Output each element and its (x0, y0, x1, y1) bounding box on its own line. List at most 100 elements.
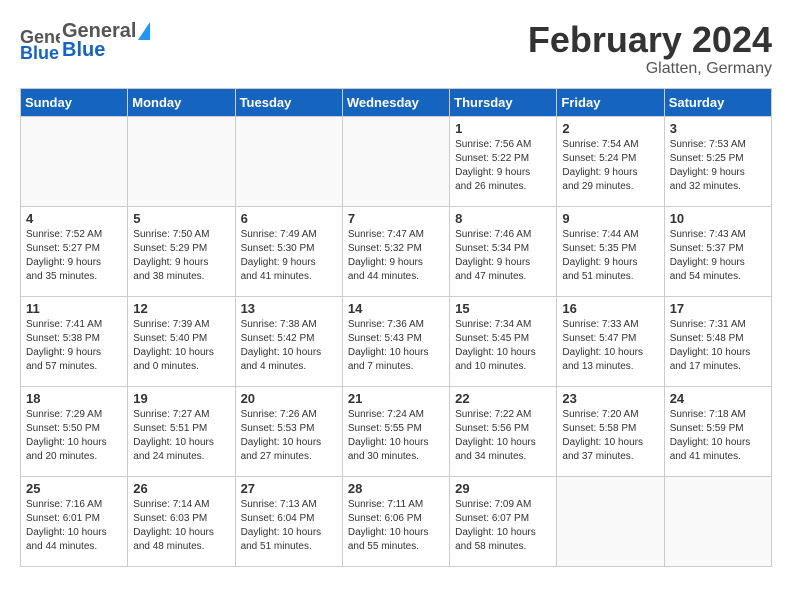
day-number: 8 (455, 211, 551, 226)
calendar-cell: 3 Sunrise: 7:53 AM Sunset: 5:25 PM Daylig… (664, 116, 771, 206)
day-info: Sunrise: 7:09 AM Sunset: 6:07 PM Dayligh… (455, 498, 551, 554)
week-row-4: 18 Sunrise: 7:29 AM Sunset: 5:50 PM Dayli… (21, 386, 772, 476)
calendar-cell: 12Sunrise: 7:39 AM Sunset: 5:40 PM Dayli… (128, 296, 235, 386)
column-header-tuesday: Tuesday (235, 88, 342, 116)
calendar-cell (235, 116, 342, 206)
day-info: Sunrise: 7:46 AM Sunset: 5:34 PM Dayligh… (455, 228, 551, 284)
calendar-body: 1 Sunrise: 7:56 AM Sunset: 5:22 PM Daylig… (21, 116, 772, 566)
day-number: 26 (133, 481, 229, 496)
day-number: 29 (455, 481, 551, 496)
calendar-cell: 24Sunrise: 7:18 AM Sunset: 5:59 PM Dayli… (664, 386, 771, 476)
week-row-5: 25Sunrise: 7:16 AM Sunset: 6:01 PM Dayli… (21, 476, 772, 566)
calendar-cell: 5 Sunrise: 7:50 AM Sunset: 5:29 PM Daylig… (128, 206, 235, 296)
logo-blue-text: Blue (62, 39, 150, 62)
column-header-wednesday: Wednesday (342, 88, 449, 116)
day-number: 7 (348, 211, 444, 226)
week-row-1: 1 Sunrise: 7:56 AM Sunset: 5:22 PM Daylig… (21, 116, 772, 206)
calendar-cell: 19 Sunrise: 7:27 AM Sunset: 5:51 PM Dayli… (128, 386, 235, 476)
day-number: 20 (241, 391, 337, 406)
day-info: Sunrise: 7:54 AM Sunset: 5:24 PM Dayligh… (562, 138, 658, 194)
day-number: 28 (348, 481, 444, 496)
calendar-cell: 28 Sunrise: 7:11 AM Sunset: 6:06 PM Dayli… (342, 476, 449, 566)
day-info: Sunrise: 7:20 AM Sunset: 5:58 PM Dayligh… (562, 408, 658, 464)
day-info: Sunrise: 7:24 AM Sunset: 5:55 PM Dayligh… (348, 408, 444, 464)
day-info: Sunrise: 7:38 AM Sunset: 5:42 PM Dayligh… (241, 318, 337, 374)
day-info: Sunrise: 7:43 AM Sunset: 5:37 PM Dayligh… (670, 228, 766, 284)
week-row-2: 4 Sunrise: 7:52 AM Sunset: 5:27 PM Daylig… (21, 206, 772, 296)
day-info: Sunrise: 7:34 AM Sunset: 5:45 PM Dayligh… (455, 318, 551, 374)
calendar-cell: 1 Sunrise: 7:56 AM Sunset: 5:22 PM Daylig… (450, 116, 557, 206)
day-number: 22 (455, 391, 551, 406)
day-number: 27 (241, 481, 337, 496)
day-info: Sunrise: 7:16 AM Sunset: 6:01 PM Dayligh… (26, 498, 122, 554)
calendar-cell: 15 Sunrise: 7:34 AM Sunset: 5:45 PM Dayli… (450, 296, 557, 386)
day-number: 14 (348, 301, 444, 316)
day-info: Sunrise: 7:41 AM Sunset: 5:38 PM Dayligh… (26, 318, 122, 374)
day-info: Sunrise: 7:44 AM Sunset: 5:35 PM Dayligh… (562, 228, 658, 284)
calendar-cell: 14Sunrise: 7:36 AM Sunset: 5:43 PM Dayli… (342, 296, 449, 386)
calendar-cell: 20Sunrise: 7:26 AM Sunset: 5:53 PM Dayli… (235, 386, 342, 476)
calendar-cell: 4 Sunrise: 7:52 AM Sunset: 5:27 PM Daylig… (21, 206, 128, 296)
calendar-cell (664, 476, 771, 566)
calendar-cell: 6 Sunrise: 7:49 AM Sunset: 5:30 PM Daylig… (235, 206, 342, 296)
calendar-cell: 18 Sunrise: 7:29 AM Sunset: 5:50 PM Dayli… (21, 386, 128, 476)
calendar-cell: 22 Sunrise: 7:22 AM Sunset: 5:56 PM Dayli… (450, 386, 557, 476)
day-info: Sunrise: 7:27 AM Sunset: 5:51 PM Dayligh… (133, 408, 229, 464)
day-number: 6 (241, 211, 337, 226)
month-title: February 2024 (528, 20, 772, 60)
day-info: Sunrise: 7:22 AM Sunset: 5:56 PM Dayligh… (455, 408, 551, 464)
day-info: Sunrise: 7:14 AM Sunset: 6:03 PM Dayligh… (133, 498, 229, 554)
calendar-cell: 25Sunrise: 7:16 AM Sunset: 6:01 PM Dayli… (21, 476, 128, 566)
page-header: General Blue General Blue February 2024 … (20, 20, 772, 78)
column-header-monday: Monday (128, 88, 235, 116)
calendar-cell: 8 Sunrise: 7:46 AM Sunset: 5:34 PM Daylig… (450, 206, 557, 296)
column-header-thursday: Thursday (450, 88, 557, 116)
logo-icon: General Blue (20, 21, 60, 61)
calendar-cell: 27 Sunrise: 7:13 AM Sunset: 6:04 PM Dayli… (235, 476, 342, 566)
calendar-cell: 2 Sunrise: 7:54 AM Sunset: 5:24 PM Daylig… (557, 116, 664, 206)
calendar-cell (21, 116, 128, 206)
day-number: 5 (133, 211, 229, 226)
calendar-cell: 17Sunrise: 7:31 AM Sunset: 5:48 PM Dayli… (664, 296, 771, 386)
calendar-cell (557, 476, 664, 566)
day-info: Sunrise: 7:56 AM Sunset: 5:22 PM Dayligh… (455, 138, 551, 194)
title-section: February 2024 Glatten, Germany (528, 20, 772, 78)
calendar-cell (342, 116, 449, 206)
logo: General Blue General Blue (20, 20, 150, 62)
day-number: 1 (455, 121, 551, 136)
day-info: Sunrise: 7:53 AM Sunset: 5:25 PM Dayligh… (670, 138, 766, 194)
day-number: 4 (26, 211, 122, 226)
day-number: 18 (26, 391, 122, 406)
day-info: Sunrise: 7:39 AM Sunset: 5:40 PM Dayligh… (133, 318, 229, 374)
day-info: Sunrise: 7:11 AM Sunset: 6:06 PM Dayligh… (348, 498, 444, 554)
day-info: Sunrise: 7:50 AM Sunset: 5:29 PM Dayligh… (133, 228, 229, 284)
day-number: 16 (562, 301, 658, 316)
calendar-cell: 11 Sunrise: 7:41 AM Sunset: 5:38 PM Dayli… (21, 296, 128, 386)
day-number: 2 (562, 121, 658, 136)
day-number: 11 (26, 301, 122, 316)
day-info: Sunrise: 7:52 AM Sunset: 5:27 PM Dayligh… (26, 228, 122, 284)
calendar-cell: 10 Sunrise: 7:43 AM Sunset: 5:37 PM Dayli… (664, 206, 771, 296)
calendar-cell: 9Sunrise: 7:44 AM Sunset: 5:35 PM Daylig… (557, 206, 664, 296)
calendar-cell: 26 Sunrise: 7:14 AM Sunset: 6:03 PM Dayli… (128, 476, 235, 566)
column-header-saturday: Saturday (664, 88, 771, 116)
day-info: Sunrise: 7:47 AM Sunset: 5:32 PM Dayligh… (348, 228, 444, 284)
calendar-header: SundayMondayTuesdayWednesdayThursdayFrid… (21, 88, 772, 116)
day-number: 17 (670, 301, 766, 316)
logo-triangle (138, 22, 150, 40)
svg-text:Blue: Blue (20, 43, 59, 61)
day-number: 10 (670, 211, 766, 226)
column-header-sunday: Sunday (21, 88, 128, 116)
day-number: 15 (455, 301, 551, 316)
day-number: 19 (133, 391, 229, 406)
day-info: Sunrise: 7:18 AM Sunset: 5:59 PM Dayligh… (670, 408, 766, 464)
week-row-3: 11 Sunrise: 7:41 AM Sunset: 5:38 PM Dayli… (21, 296, 772, 386)
header-row: SundayMondayTuesdayWednesdayThursdayFrid… (21, 88, 772, 116)
day-number: 13 (241, 301, 337, 316)
day-info: Sunrise: 7:29 AM Sunset: 5:50 PM Dayligh… (26, 408, 122, 464)
calendar-table: SundayMondayTuesdayWednesdayThursdayFrid… (20, 88, 772, 567)
day-info: Sunrise: 7:49 AM Sunset: 5:30 PM Dayligh… (241, 228, 337, 284)
day-number: 3 (670, 121, 766, 136)
day-info: Sunrise: 7:13 AM Sunset: 6:04 PM Dayligh… (241, 498, 337, 554)
location: Glatten, Germany (528, 60, 772, 78)
